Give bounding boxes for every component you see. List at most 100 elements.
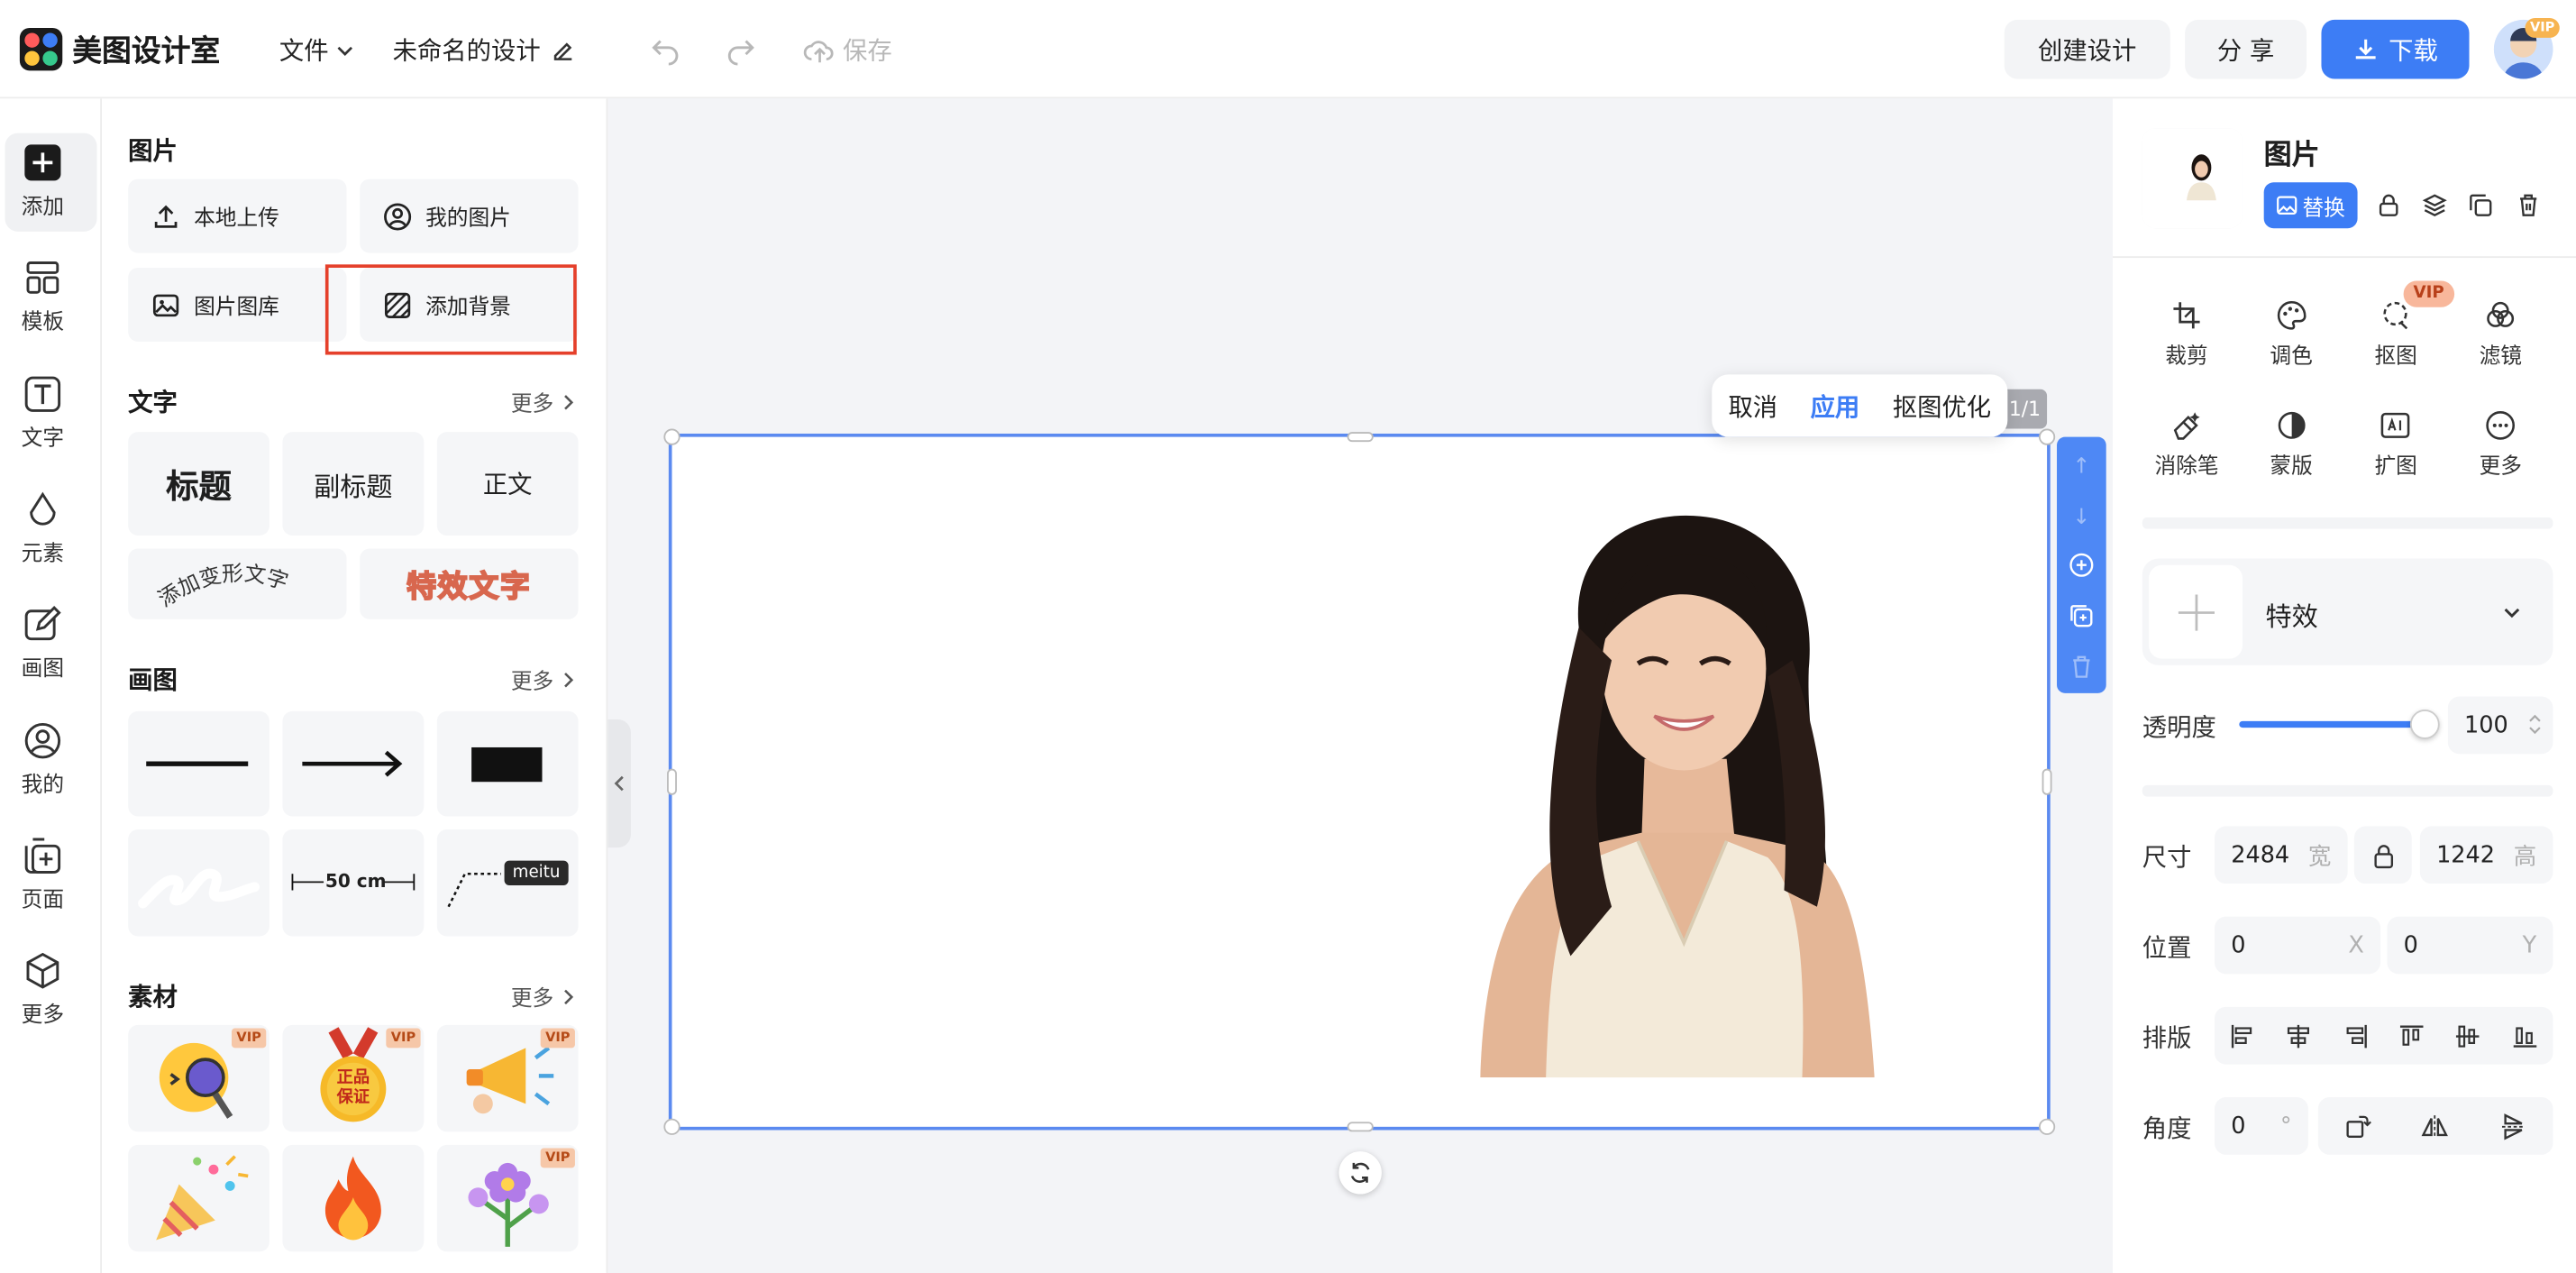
resize-handle-tl[interactable] (663, 428, 681, 445)
rail-item-3[interactable]: 文字 (0, 374, 86, 451)
height-suffix: 高 (2513, 843, 2537, 870)
save-button[interactable]: 保存 (803, 32, 892, 67)
aspect-lock-button[interactable] (2353, 826, 2412, 884)
download-button[interactable]: 下载 (2321, 19, 2470, 79)
duplicate-icon[interactable] (2468, 192, 2494, 218)
sticker-party-popper[interactable] (128, 1144, 269, 1252)
rotate-90-icon[interactable] (2343, 1112, 2372, 1141)
add-effect-button[interactable] (2149, 564, 2243, 659)
tool-mask[interactable]: 蒙版 (2242, 409, 2340, 480)
sticker-quality-badge[interactable]: 正品 保证 VIP (282, 1024, 425, 1132)
rail-item-1[interactable]: 添加 (0, 143, 86, 220)
optimize-cutout-button[interactable]: 抠图优化 (1893, 389, 1991, 423)
tool-label: 消除笔 (2154, 454, 2219, 480)
tool-label: 更多 (2479, 454, 2523, 480)
add-page-icon[interactable] (2069, 552, 2095, 578)
align-center-v-icon[interactable] (2453, 1021, 2483, 1050)
heading-preset[interactable]: 标题 (128, 432, 269, 536)
subheading-preset[interactable]: 副标题 (282, 432, 425, 536)
upload-local-button[interactable]: 本地上传 (128, 179, 347, 253)
warp-text-preset[interactable]: 添加变形文字 (128, 548, 347, 619)
rail-item-6[interactable]: 我的 (0, 720, 86, 798)
y-input[interactable]: 0 Y (2387, 916, 2553, 975)
materials-more-link[interactable]: 更多 (511, 981, 579, 1012)
arrow-tool[interactable] (282, 710, 425, 817)
x-input[interactable]: 0 X (2214, 916, 2381, 975)
move-down-icon[interactable]: ↓ (2069, 504, 2095, 530)
opacity-slider[interactable] (2239, 710, 2440, 739)
resize-handle-left[interactable] (667, 768, 677, 795)
create-design-button[interactable]: 创建设计 (2004, 19, 2170, 79)
resize-handle-right[interactable] (2042, 768, 2052, 795)
duplicate-page-icon[interactable] (2069, 603, 2095, 629)
sticker-megaphone[interactable]: VIP (436, 1024, 579, 1132)
annotation-tool[interactable]: meitu (436, 829, 579, 937)
apply-button[interactable]: 应用 (1811, 389, 1860, 423)
sticker-search-emoji[interactable]: VIP (128, 1024, 269, 1132)
text-more-link[interactable]: 更多 (511, 386, 579, 417)
cancel-button[interactable]: 取消 (1728, 389, 1777, 423)
freehand-tool[interactable] (128, 829, 269, 937)
artboard[interactable] (668, 433, 2051, 1131)
move-up-icon[interactable]: ↑ (2069, 453, 2095, 480)
redo-icon[interactable] (725, 32, 757, 66)
measure-tool[interactable]: 50 cm (282, 829, 425, 937)
flip-vertical-icon[interactable] (2499, 1112, 2529, 1141)
share-button[interactable]: 分 享 (2185, 19, 2307, 79)
tool-cutout[interactable]: 抠图 (2347, 299, 2445, 370)
body-text-preset[interactable]: 正文 (436, 432, 579, 536)
tool-expand[interactable]: 扩图 (2347, 409, 2445, 480)
line-tool[interactable] (128, 710, 269, 817)
tool-crop[interactable]: 裁剪 (2137, 299, 2235, 370)
resize-handle-br[interactable] (2038, 1118, 2056, 1135)
document-title[interactable]: 未命名的设计 (393, 32, 577, 67)
height-input[interactable]: 1242 高 (2419, 826, 2553, 884)
image-library-button[interactable]: 图片图库 (128, 267, 347, 342)
rail-item-5[interactable]: 画图 (0, 605, 86, 682)
layers-icon[interactable] (2422, 192, 2448, 218)
replace-button[interactable]: 替换 (2263, 182, 2358, 229)
file-menu[interactable]: 文件 (279, 32, 355, 67)
tool-palette[interactable]: 调色 (2242, 299, 2340, 370)
draw-more-link[interactable]: 更多 (511, 664, 579, 695)
resize-handle-tr[interactable] (2038, 428, 2056, 445)
opacity-slider-knob[interactable] (2409, 710, 2440, 739)
align-center-h-icon[interactable] (2284, 1021, 2314, 1050)
rail-item-4[interactable]: 元素 (0, 490, 86, 566)
angle-input[interactable]: 0 ° (2214, 1097, 2308, 1155)
resize-handle-bl[interactable] (663, 1118, 681, 1135)
user-icon (24, 722, 61, 758)
rail-item-2[interactable]: 模板 (0, 259, 86, 335)
resize-handle-bottom[interactable] (1347, 1122, 1374, 1132)
rotate-button[interactable] (1338, 1151, 1382, 1195)
edit-icon[interactable] (551, 37, 577, 63)
align-left-icon[interactable] (2228, 1021, 2258, 1050)
align-bottom-icon[interactable] (2510, 1021, 2540, 1050)
stepper-icon[interactable] (2528, 713, 2542, 737)
sticker-flame[interactable] (282, 1144, 425, 1252)
effect-text-preset[interactable]: 特效文字 (360, 548, 579, 619)
undo-icon[interactable] (649, 32, 681, 66)
rail-item-7[interactable]: 页面 (0, 836, 86, 913)
sticker-flowers[interactable]: VIP (436, 1144, 579, 1252)
collapse-panel-button[interactable] (607, 719, 631, 848)
tool-eraser[interactable]: 消除笔 (2137, 409, 2235, 480)
width-input[interactable]: 2484 宽 (2214, 826, 2348, 884)
tool-more[interactable]: 更多 (2452, 409, 2550, 480)
opacity-input[interactable]: 100 (2447, 696, 2553, 755)
delete-page-icon[interactable] (2069, 654, 2095, 680)
lock-icon[interactable] (2376, 192, 2402, 218)
text-more-label: 更多 (510, 392, 554, 417)
tool-filter[interactable]: 滤镜 (2452, 299, 2550, 370)
flip-horizontal-icon[interactable] (2421, 1112, 2451, 1141)
resize-handle-top[interactable] (1347, 432, 1374, 443)
woman-photo[interactable] (1480, 512, 1875, 1078)
rail-item-8[interactable]: 更多 (0, 951, 86, 1029)
rectangle-tool[interactable] (436, 710, 579, 817)
trash-icon[interactable] (2516, 192, 2542, 218)
align-right-icon[interactable] (2341, 1021, 2370, 1050)
effects-dropdown[interactable]: 特效 (2142, 558, 2553, 665)
my-images-button[interactable]: 我的图片 (360, 179, 579, 253)
align-top-icon[interactable] (2398, 1021, 2427, 1050)
text-section-title: 文字 (128, 387, 178, 417)
